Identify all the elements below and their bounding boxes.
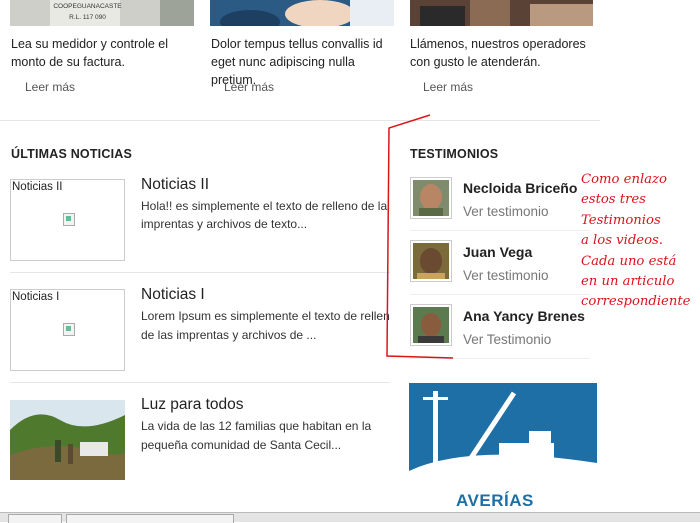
read-more-link[interactable]: Leer más [423,80,473,94]
read-more-link[interactable]: Leer más [224,80,274,94]
annotation-bracket [386,114,454,359]
annotation-note: Como enlazo estos tres Testimonios a los… [581,172,691,310]
testimonial-name[interactable]: Necloida Briceño [463,180,577,196]
taskbar-item[interactable] [66,514,234,523]
news-thumbnail[interactable]: Noticias I [10,289,125,371]
news-title-link[interactable]: Noticias II [141,176,209,194]
feature-image-operators [410,0,593,26]
broken-image-icon [63,323,75,336]
news-divider [10,272,390,273]
read-more-link[interactable]: Leer más [25,80,75,94]
thumbnail-alt-text: Noticias II [12,181,63,193]
view-testimonial-link[interactable]: Ver Testimonio [463,332,551,347]
averias-banner[interactable]: AVERÍAS [409,383,597,521]
view-testimonial-link[interactable]: Ver testimonio [463,268,549,283]
feature-text: Lea su medidor y controle el monto de su… [11,37,169,69]
testimonial-name[interactable]: Ana Yancy Brenes [463,308,585,324]
testimonial-name[interactable]: Juan Vega [463,244,532,260]
news-title-link[interactable]: Luz para todos [141,396,244,414]
feature-image-meter: COOPEGUANACASTE R.L. 117 090 [10,0,194,26]
news-thumbnail[interactable]: Noticias II [10,179,125,261]
feature-image-office [210,0,394,26]
news-title-link[interactable]: Noticias I [141,286,205,304]
news-excerpt: de las imprentas y archivos de ... [141,328,317,342]
view-testimonial-link[interactable]: Ver testimonio [463,204,549,219]
feature-text: Llámenos, nuestros operadores con gusto … [410,37,586,69]
news-photo[interactable] [10,400,125,480]
news-excerpt: Hola!! es simplemente el texto de rellen… [141,199,389,213]
news-excerpt: pequeña comunidad de Santa Cecil... [141,438,342,452]
thumbnail-alt-text: Noticias I [12,291,60,303]
section-divider [0,120,600,121]
taskbar-item[interactable] [8,514,62,523]
news-section-title: ÚLTIMAS NOTICIAS [11,147,133,161]
news-excerpt: La vida de las 12 familias que habitan e… [141,419,372,433]
meter-label: COOPEGUANACASTE R.L. 117 090 [53,3,122,21]
averias-label: AVERÍAS [456,491,534,510]
news-excerpt: Lorem Ipsum es simplemente el texto de r… [141,309,389,323]
news-excerpt: imprentas y archivos de texto... [141,217,308,231]
news-divider [10,382,390,383]
broken-image-icon [63,213,75,226]
